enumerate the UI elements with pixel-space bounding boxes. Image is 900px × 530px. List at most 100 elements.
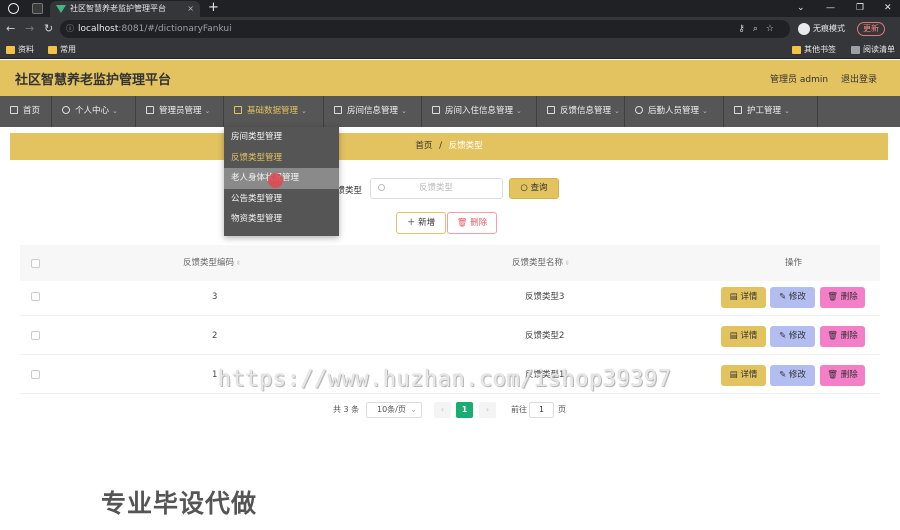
staff-icon: [635, 106, 643, 114]
base-data-icon: [234, 106, 242, 114]
next-page-button[interactable]: ›: [479, 402, 496, 418]
detail-icon: ▤: [729, 370, 741, 380]
tab-list-chevron-icon[interactable]: ⌄: [797, 0, 805, 16]
browser-tab[interactable]: 社区智慧养老监护管理平台 ×: [50, 1, 200, 17]
menu-item-profile[interactable]: 个人中心 ⌄: [52, 96, 136, 127]
chevron-down-icon: ⌄: [614, 107, 620, 115]
trash-icon: 🗑: [827, 331, 841, 341]
page-unit-label: 页: [558, 405, 566, 414]
promo-text: 专业毕设代做: [101, 489, 258, 518]
folder-icon: [48, 46, 57, 54]
maximize-button[interactable]: ❐: [856, 0, 864, 16]
vue-logo-icon: [56, 5, 66, 13]
app-title: 社区智慧养老监护管理平台: [15, 73, 172, 88]
chevron-down-icon: ⌄: [204, 107, 211, 115]
page-number-current[interactable]: 1: [456, 402, 473, 418]
reading-list[interactable]: 阅读清单: [851, 43, 895, 57]
browser-menu-icon[interactable]: [8, 3, 19, 14]
bookmarks-bar: 资料 常用 其他书签 阅读清单: [0, 41, 900, 59]
query-button[interactable]: ○ 查询: [509, 178, 559, 199]
submenu-item-supply-type[interactable]: 物资类型管理: [224, 209, 339, 230]
edit-button[interactable]: ✎ 修改: [770, 365, 815, 386]
header-feedback-code[interactable]: 反馈类型编码 ⇳: [183, 245, 241, 282]
menu-item-admin[interactable]: 管理员管理 ⌄: [136, 96, 224, 127]
select-all-checkbox[interactable]: [31, 259, 40, 268]
submenu-item-room-type[interactable]: 房间类型管理: [224, 127, 339, 148]
add-button[interactable]: ＋ 新增: [396, 212, 446, 234]
new-tab-button[interactable]: +: [208, 0, 219, 16]
menu-item-room[interactable]: 房间信息管理 ⌄: [324, 96, 422, 127]
breadcrumb-current: 反馈类型: [448, 141, 483, 151]
bookmark-label: 常用: [60, 45, 76, 54]
goto-page-input[interactable]: 1: [529, 402, 554, 418]
table-header: 反馈类型编码 ⇳ 反馈类型名称 ⇳ 操作: [20, 245, 880, 281]
incognito-label: 无痕模式: [813, 24, 845, 33]
prev-page-button[interactable]: ‹: [434, 402, 451, 418]
mouse-cursor-indicator: [268, 173, 283, 188]
submenu-item-notice-type[interactable]: 公告类型管理: [224, 189, 339, 210]
checkin-icon: [432, 106, 440, 114]
row-checkbox[interactable]: [31, 331, 40, 340]
edit-button[interactable]: ✎ 修改: [770, 287, 815, 308]
query-label: 查询: [530, 183, 548, 193]
reload-icon[interactable]: ↻: [44, 21, 53, 37]
cell-name: 反馈类型2: [525, 331, 565, 341]
menu-item-caregiver[interactable]: 护工管理 ⌄: [724, 96, 818, 127]
menu-item-logistics[interactable]: 后勤人员管理 ⌄: [625, 96, 724, 127]
delete-label: 删除: [470, 218, 488, 228]
main-menu: 首页 个人中心 ⌄ 管理员管理 ⌄ 基础数据管理 ⌄ 房间信息管理 ⌄ 房间入住信息管理…: [0, 96, 900, 127]
delete-button[interactable]: 🗑 删除: [820, 365, 865, 386]
chevron-down-icon: ⌄: [784, 107, 790, 115]
detail-icon: ▤: [729, 331, 741, 341]
breadcrumb-home[interactable]: 首页: [415, 141, 432, 151]
logout-link[interactable]: 退出登录: [841, 72, 877, 85]
menu-label: 反馈信息管理: [560, 106, 612, 116]
menu-item-home[interactable]: 首页: [0, 96, 52, 127]
table-row: 1 反馈类型1 ▤ 详情 ✎ 修改 🗑 删除: [20, 356, 880, 394]
admin-info: 管理员 admin: [770, 75, 829, 85]
plus-icon: ＋: [406, 218, 419, 228]
bookmark-label: 其他书签: [804, 45, 836, 54]
bookmark-folder-ziliao[interactable]: 资料: [6, 43, 34, 57]
browser-tab-title: 社区智慧养老监护管理平台: [70, 4, 166, 13]
header-operations: 操作: [785, 258, 803, 268]
menu-label: 房间信息管理: [347, 106, 399, 116]
trash-icon: 🗑: [456, 218, 471, 228]
browser-tab-bar: 社区智慧养老监护管理平台 × + ⌄ — ❐ ✕: [0, 0, 900, 17]
back-arrow-icon[interactable]: ←: [6, 21, 15, 37]
bookmark-folder-other[interactable]: 其他书签: [792, 43, 836, 57]
base-data-submenu: 房间类型管理 反馈类型管理 老人身体状况管理 公告类型管理 物资类型管理: [224, 127, 339, 236]
batch-delete-button[interactable]: 🗑 删除: [447, 212, 497, 234]
bookmark-folder-changyong[interactable]: 常用: [48, 43, 76, 57]
search-input[interactable]: 反馈类型: [370, 178, 503, 199]
detail-button[interactable]: ▤ 详情: [721, 365, 766, 386]
minimize-button[interactable]: —: [826, 0, 835, 16]
reading-list-icon: [851, 46, 860, 54]
incognito-indicator[interactable]: 无痕模式: [798, 22, 845, 36]
edit-icon: ✎: [779, 331, 789, 341]
info-icon[interactable]: ⓘ: [66, 20, 74, 38]
detail-button[interactable]: ▤ 详情: [721, 287, 766, 308]
edit-button[interactable]: ✎ 修改: [770, 326, 815, 347]
header-feedback-name[interactable]: 反馈类型名称 ⇳: [512, 245, 570, 282]
bookmark-label: 资料: [18, 45, 34, 54]
delete-button[interactable]: 🗑 删除: [820, 326, 865, 347]
menu-item-base-data[interactable]: 基础数据管理 ⌄: [224, 96, 324, 127]
browser-update-button[interactable]: 更新: [857, 22, 885, 36]
menu-item-checkin[interactable]: 房间入住信息管理 ⌄: [422, 96, 537, 127]
detail-button[interactable]: ▤ 详情: [721, 326, 766, 347]
trash-icon: 🗑: [827, 370, 841, 380]
omnibox-icons[interactable]: ⚷⌕☆: [738, 20, 782, 38]
page-size-select[interactable]: 10条/页 ⌄: [366, 402, 422, 418]
url-input[interactable]: ⓘ localhost:8081/#/dictionaryFankui ⚷⌕☆: [60, 20, 790, 38]
delete-button[interactable]: 🗑 删除: [820, 287, 865, 308]
forward-arrow-icon[interactable]: →: [25, 21, 34, 37]
menu-item-feedback[interactable]: 反馈信息管理 ⌄: [537, 96, 625, 127]
row-checkbox[interactable]: [31, 370, 40, 379]
tab-search-icon[interactable]: [32, 3, 43, 14]
row-checkbox[interactable]: [31, 292, 40, 301]
submenu-item-feedback-type[interactable]: 反馈类型管理: [224, 148, 339, 169]
incognito-icon: [798, 22, 810, 35]
close-window-button[interactable]: ✕: [884, 0, 892, 16]
tab-close-icon[interactable]: ×: [187, 1, 194, 17]
